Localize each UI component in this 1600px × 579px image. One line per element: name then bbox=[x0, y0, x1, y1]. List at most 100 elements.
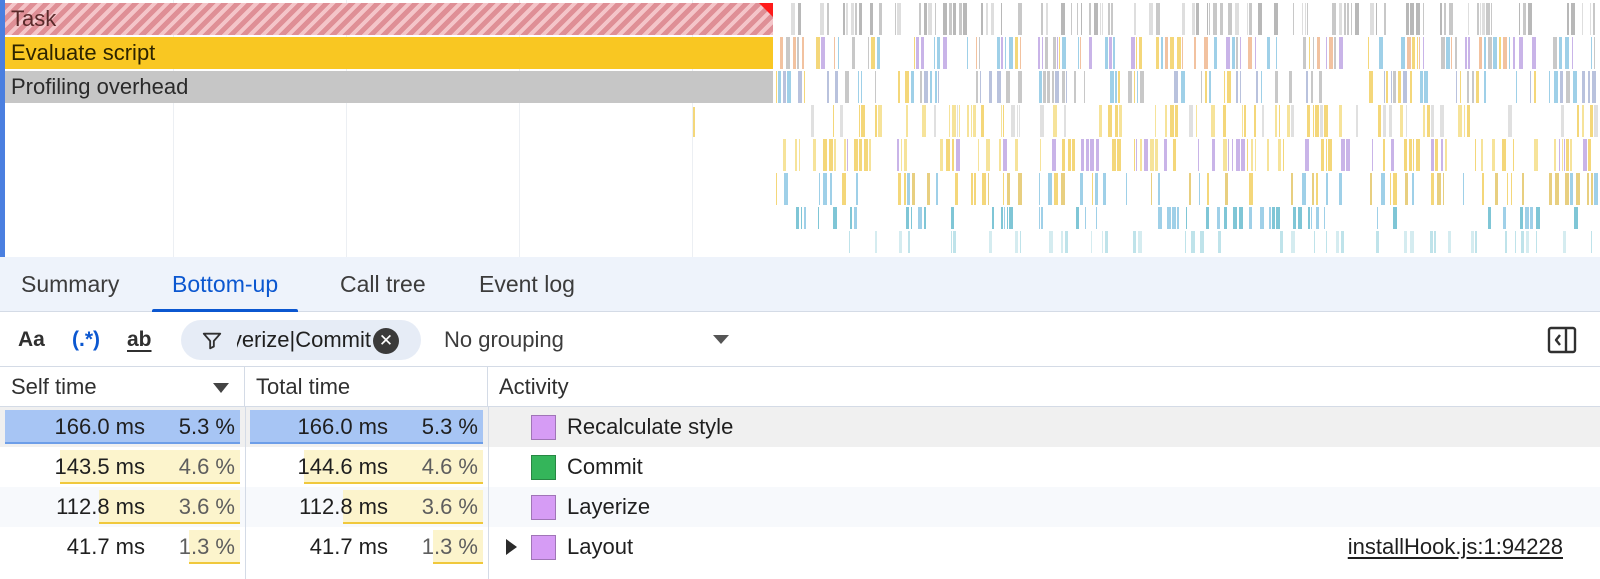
tab-summary[interactable]: Summary bbox=[21, 257, 119, 312]
sidebar-toggle-icon[interactable] bbox=[1547, 325, 1577, 355]
function-event bbox=[1158, 207, 1162, 229]
function-event bbox=[1015, 231, 1018, 253]
grouping-select[interactable]: No grouping bbox=[432, 312, 732, 367]
overhead-event bbox=[1074, 71, 1076, 103]
script-event bbox=[1276, 37, 1277, 69]
function-event bbox=[1305, 139, 1309, 171]
function-event bbox=[1293, 207, 1296, 229]
overhead-event bbox=[1236, 71, 1238, 103]
task-event bbox=[991, 3, 994, 35]
script-event bbox=[852, 37, 855, 69]
script-event bbox=[1057, 37, 1058, 69]
expand-triangle-icon[interactable] bbox=[506, 539, 517, 555]
filter-input-value[interactable]: Recalculate style|Layerize|Commit bbox=[237, 320, 371, 360]
script-event bbox=[1156, 37, 1159, 69]
script-event bbox=[1565, 37, 1569, 69]
function-event bbox=[1211, 105, 1215, 137]
function-event bbox=[1076, 207, 1079, 229]
overhead-event bbox=[776, 71, 777, 103]
table-row[interactable]: 41.7 ms 1.3 % 41.7 ms 1.3 % Layout installHoo… bbox=[0, 527, 1600, 567]
task-event bbox=[1182, 3, 1185, 35]
function-event bbox=[1522, 173, 1524, 205]
task-event bbox=[928, 3, 932, 35]
overhead-event bbox=[1052, 71, 1054, 103]
overhead-event bbox=[1043, 71, 1046, 103]
function-event bbox=[1341, 231, 1344, 253]
function-event bbox=[1191, 231, 1195, 253]
function-event bbox=[1520, 207, 1523, 229]
function-event bbox=[1254, 105, 1256, 137]
function-event bbox=[1559, 139, 1560, 171]
table-row[interactable]: 143.5 ms 4.6 % 144.6 ms 4.6 % Commit bbox=[0, 447, 1600, 487]
self-time-cell: 166.0 ms 5.3 % bbox=[0, 407, 245, 447]
tab-event-log[interactable]: Event log bbox=[479, 257, 575, 312]
table-row[interactable]: 166.0 ms 5.3 % 166.0 ms 5.3 % Recalculate st… bbox=[0, 407, 1600, 447]
match-case-button[interactable]: Aa bbox=[18, 312, 45, 367]
filter-input[interactable]: Recalculate style|Layerize|Commit ✕ bbox=[181, 320, 421, 360]
script-event bbox=[793, 37, 796, 69]
total-time-cell: 144.6 ms 4.6 % bbox=[245, 447, 488, 487]
close-circle-icon[interactable]: ✕ bbox=[373, 328, 399, 354]
script-event bbox=[967, 37, 968, 69]
function-event bbox=[811, 105, 814, 137]
self-time-cell: 143.5 ms 4.6 % bbox=[0, 447, 245, 487]
function-event bbox=[1108, 105, 1112, 137]
overhead-event bbox=[1410, 71, 1412, 103]
overhead-event bbox=[1115, 71, 1117, 103]
function-event bbox=[1136, 139, 1137, 171]
overhead-event bbox=[1289, 71, 1292, 103]
source-link[interactable]: installHook.js:1:94228 bbox=[1348, 527, 1563, 567]
task-event bbox=[1449, 3, 1453, 35]
table-row[interactable]: 112.8 ms 3.6 % 112.8 ms 3.6 % Layerize bbox=[0, 487, 1600, 527]
function-event bbox=[1410, 231, 1414, 253]
function-event bbox=[1233, 207, 1237, 229]
overhead-event bbox=[1140, 71, 1144, 103]
function-event bbox=[1278, 139, 1281, 171]
task-event bbox=[1156, 3, 1160, 35]
function-event bbox=[1464, 105, 1465, 137]
task-event bbox=[870, 3, 873, 35]
overhead-event bbox=[1039, 71, 1042, 103]
function-event bbox=[1316, 207, 1319, 229]
column-header-total-time[interactable]: Total time bbox=[245, 367, 488, 407]
tab-call-tree[interactable]: Call tree bbox=[340, 257, 426, 312]
regex-button[interactable]: (.*) bbox=[72, 312, 100, 367]
script-event bbox=[1493, 37, 1497, 69]
overhead-event bbox=[875, 71, 876, 103]
script-event bbox=[816, 37, 820, 69]
function-event bbox=[1244, 105, 1246, 137]
task-event bbox=[1351, 3, 1352, 35]
function-event bbox=[1061, 231, 1063, 253]
function-event bbox=[1376, 231, 1379, 253]
function-event bbox=[1199, 173, 1200, 205]
function-event bbox=[1001, 105, 1002, 137]
task-event bbox=[1344, 3, 1346, 35]
function-event bbox=[904, 139, 907, 171]
script-event bbox=[1465, 37, 1467, 69]
whole-word-button[interactable]: ab bbox=[127, 312, 152, 367]
column-header-activity[interactable]: Activity bbox=[488, 367, 1600, 407]
function-event bbox=[1404, 139, 1407, 171]
flame-events-canvas[interactable] bbox=[0, 0, 1600, 257]
tab-bottom-up[interactable]: Bottom-up bbox=[151, 257, 299, 312]
function-event bbox=[1144, 139, 1148, 171]
total-time-cell: 166.0 ms 5.3 % bbox=[245, 407, 488, 447]
task-event bbox=[798, 3, 801, 35]
flame-chart[interactable]: Task Evaluate script Profiling overhead bbox=[0, 0, 1600, 257]
total-time-ms: 112.8 ms bbox=[299, 494, 388, 519]
function-event bbox=[971, 173, 973, 205]
function-event bbox=[1583, 139, 1587, 171]
column-header-self-time[interactable]: Self time bbox=[0, 367, 245, 407]
overhead-event bbox=[1240, 71, 1241, 103]
function-event bbox=[1570, 173, 1573, 205]
task-event bbox=[855, 3, 857, 35]
function-event bbox=[859, 105, 860, 137]
function-event bbox=[1004, 207, 1005, 229]
self-time-ms: 166.0 ms bbox=[54, 414, 146, 439]
function-event bbox=[1228, 139, 1229, 171]
function-event bbox=[1555, 173, 1559, 205]
task-event bbox=[1228, 3, 1232, 35]
script-event bbox=[1509, 37, 1510, 69]
function-event bbox=[1412, 173, 1414, 205]
task-event bbox=[1305, 3, 1306, 35]
